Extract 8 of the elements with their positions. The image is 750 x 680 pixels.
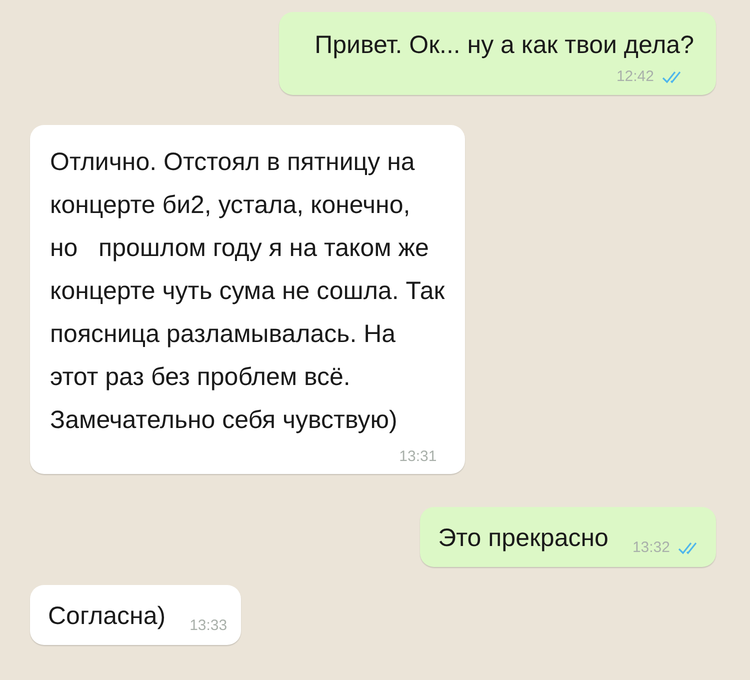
message-text: Согласна) bbox=[48, 601, 166, 632]
message-text: Привет. Ок... ну а как твои дела? bbox=[314, 30, 694, 61]
message-time: 13:31 bbox=[399, 446, 437, 466]
message-text: Это прекрасно bbox=[438, 523, 608, 554]
message-time: 13:32 bbox=[632, 538, 670, 558]
message-time: 12:42 bbox=[616, 67, 654, 87]
message-time: 13:33 bbox=[190, 616, 228, 636]
message-text: Отлично. Отстоял в пятницу на концерте би2, устала, конечно, но прошлом году я на таком же концерте чуть сума не сошла. Так поясница разламывалась. На этот раз без проблем всё. Замечательно себя чувствую) bbox=[50, 146, 445, 436]
